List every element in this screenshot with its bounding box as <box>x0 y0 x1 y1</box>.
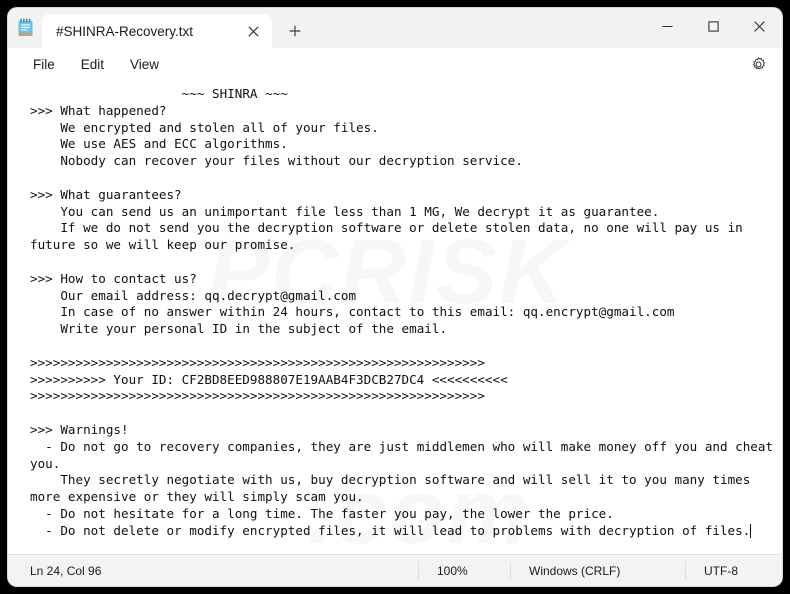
notepad-window: #SHINRA-Recovery.txt File Edit View ~~~ … <box>8 8 782 586</box>
text-caret <box>750 523 752 538</box>
menu-edit[interactable]: Edit <box>68 53 117 76</box>
tab-title: #SHINRA-Recovery.txt <box>56 23 194 39</box>
window-controls <box>644 8 782 44</box>
minimize-button[interactable] <box>644 8 690 44</box>
close-tab-icon[interactable] <box>240 18 266 44</box>
zoom-level[interactable]: 100% <box>418 561 510 580</box>
menu-file[interactable]: File <box>20 53 68 76</box>
gear-icon <box>752 56 765 69</box>
close-window-button[interactable] <box>736 8 782 44</box>
tab-shinra-recovery[interactable]: #SHINRA-Recovery.txt <box>42 14 272 48</box>
menu-bar: File Edit View <box>8 48 782 80</box>
notepad-icon <box>8 8 42 48</box>
document-text[interactable]: ~~~ SHINRA ~~~ >>> What happened? We enc… <box>30 86 778 540</box>
encoding[interactable]: UTF-8 <box>685 561 780 580</box>
new-tab-button[interactable] <box>278 14 312 48</box>
status-bar: Ln 24, Col 96 100% Windows (CRLF) UTF-8 <box>8 554 782 586</box>
menu-view[interactable]: View <box>117 53 172 76</box>
maximize-button[interactable] <box>690 8 736 44</box>
cursor-position: Ln 24, Col 96 <box>30 563 102 578</box>
text-editor-area[interactable]: PCRISK .com ~~~ SHINRA ~~~ >>> What happ… <box>8 80 782 554</box>
settings-button[interactable] <box>744 51 772 77</box>
line-ending[interactable]: Windows (CRLF) <box>510 561 685 580</box>
title-bar: #SHINRA-Recovery.txt <box>8 8 782 48</box>
